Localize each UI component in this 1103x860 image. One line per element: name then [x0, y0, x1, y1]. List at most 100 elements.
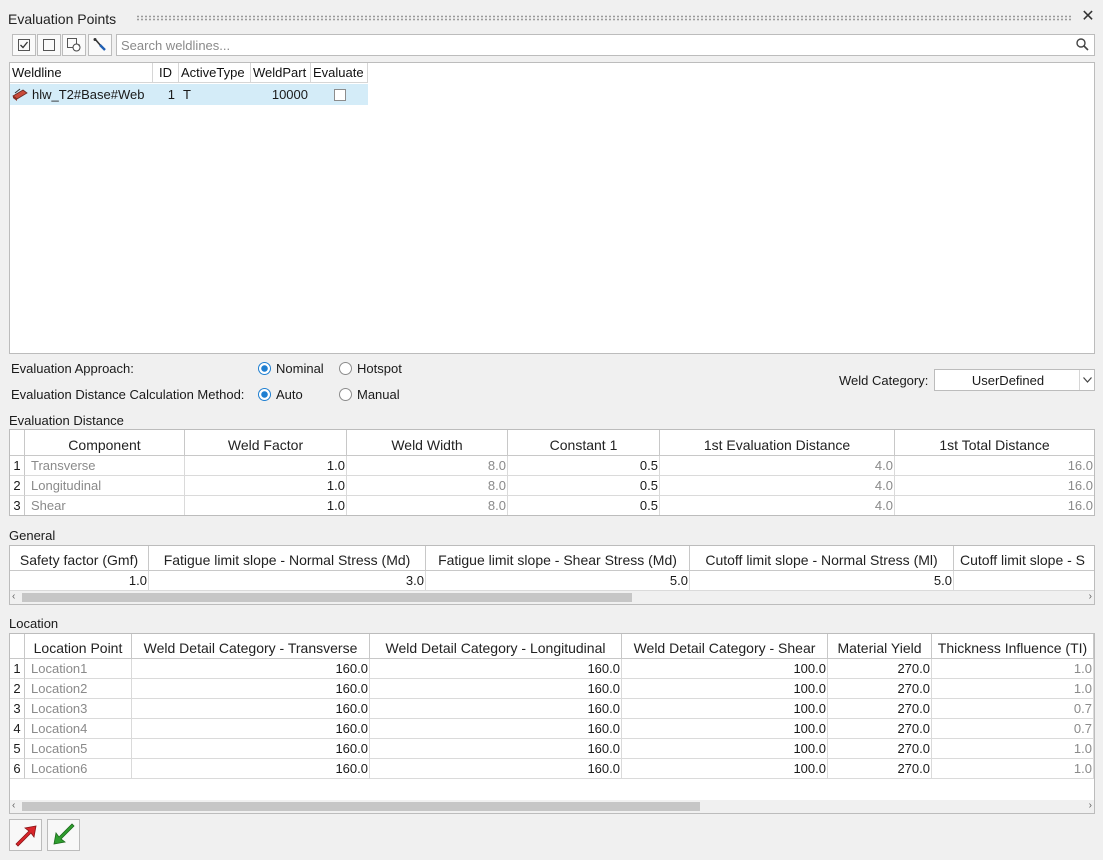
general-cell[interactable]: 5.0: [426, 571, 690, 591]
general-col-header[interactable]: Safety factor (Gmf): [10, 546, 149, 571]
scroll-right-icon[interactable]: ›: [1089, 800, 1092, 811]
location-cell[interactable]: 270.0: [828, 659, 932, 679]
location-cell[interactable]: 270.0: [828, 719, 932, 739]
eval-cell[interactable]: 4.0: [660, 456, 895, 476]
distance-manual-radio[interactable]: [339, 388, 352, 401]
location-col-header[interactable]: Weld Detail Category - Longitudinal: [370, 634, 622, 659]
column-weldline[interactable]: Weldline: [10, 63, 153, 83]
location-cell[interactable]: 1.0: [932, 659, 1094, 679]
location-col-header[interactable]: Weld Detail Category - Shear: [622, 634, 828, 659]
eval-col-header[interactable]: Constant 1: [508, 430, 660, 456]
location-cell[interactable]: 160.0: [132, 739, 370, 759]
location-cell[interactable]: Location6: [25, 759, 132, 779]
eval-distance-grid[interactable]: Component Weld Factor Weld Width Constant 1…: [9, 429, 1095, 516]
location-cell[interactable]: 160.0: [132, 659, 370, 679]
distance-auto-radio[interactable]: [258, 388, 271, 401]
refresh-button[interactable]: [62, 34, 86, 56]
general-grid[interactable]: Safety factor (Gmf) Fatigue limit slope -…: [9, 545, 1095, 605]
location-cell[interactable]: 160.0: [370, 719, 622, 739]
scroll-thumb[interactable]: [22, 802, 700, 811]
location-grid[interactable]: Location Point Weld Detail Category - Tra…: [9, 633, 1095, 814]
approach-nominal-label[interactable]: Nominal: [276, 361, 324, 376]
approach-hotspot-radio[interactable]: [339, 362, 352, 375]
eval-cell[interactable]: Shear: [25, 496, 185, 515]
location-cell[interactable]: Location2: [25, 679, 132, 699]
location-cell[interactable]: Location5: [25, 739, 132, 759]
location-cell[interactable]: 160.0: [132, 719, 370, 739]
location-cell[interactable]: 160.0: [370, 759, 622, 779]
close-button[interactable]: ✕: [1080, 9, 1096, 25]
location-hscrollbar[interactable]: ‹ ›: [10, 800, 1094, 813]
export-button[interactable]: [9, 819, 42, 851]
general-col-header[interactable]: Cutoff limit slope - Normal Stress (Ml): [690, 546, 954, 571]
chevron-down-icon[interactable]: [1079, 370, 1094, 390]
location-cell[interactable]: 160.0: [370, 739, 622, 759]
search-icon[interactable]: [1076, 38, 1089, 51]
search-box[interactable]: [116, 34, 1095, 56]
eval-cell[interactable]: 8.0: [347, 476, 508, 496]
general-cell[interactable]: [954, 571, 1094, 591]
location-cell[interactable]: 160.0: [132, 759, 370, 779]
location-cell[interactable]: 0.7: [932, 719, 1094, 739]
location-cell[interactable]: 1.0: [932, 759, 1094, 779]
check-all-button[interactable]: [12, 34, 36, 56]
location-cell[interactable]: 270.0: [828, 699, 932, 719]
location-cell[interactable]: 100.0: [622, 659, 828, 679]
eval-cell[interactable]: 0.5: [508, 496, 660, 515]
column-id[interactable]: ID: [153, 63, 179, 83]
location-cell[interactable]: 270.0: [828, 739, 932, 759]
location-cell[interactable]: 100.0: [622, 759, 828, 779]
location-cell[interactable]: 160.0: [370, 699, 622, 719]
eval-cell[interactable]: 0.5: [508, 476, 660, 496]
location-cell[interactable]: 1.0: [932, 679, 1094, 699]
weldline-list[interactable]: Weldline ID ActiveType WeldPart Evaluate…: [9, 62, 1095, 354]
search-input[interactable]: [121, 37, 1061, 54]
column-activetype[interactable]: ActiveType: [179, 63, 251, 83]
location-cell[interactable]: 1.0: [932, 739, 1094, 759]
eval-cell[interactable]: 16.0: [895, 476, 1094, 496]
import-button[interactable]: [47, 819, 80, 851]
eval-cell[interactable]: 8.0: [347, 496, 508, 515]
eval-col-header[interactable]: 1st Evaluation Distance: [660, 430, 895, 456]
location-cell[interactable]: 100.0: [622, 719, 828, 739]
eval-cell[interactable]: Transverse: [25, 456, 185, 476]
location-col-header[interactable]: Weld Detail Category - Transverse: [132, 634, 370, 659]
general-hscrollbar[interactable]: ‹ ›: [10, 591, 1094, 604]
location-cell[interactable]: 270.0: [828, 679, 932, 699]
eval-cell[interactable]: 1.0: [185, 496, 347, 515]
eval-cell[interactable]: 1.0: [185, 476, 347, 496]
distance-auto-label[interactable]: Auto: [276, 387, 303, 402]
location-cell[interactable]: 160.0: [132, 679, 370, 699]
location-cell[interactable]: Location1: [25, 659, 132, 679]
column-evaluate[interactable]: Evaluate: [311, 63, 368, 83]
location-cell[interactable]: Location3: [25, 699, 132, 719]
eval-cell[interactable]: 8.0: [347, 456, 508, 476]
approach-hotspot-label[interactable]: Hotspot: [357, 361, 402, 376]
location-col-header[interactable]: Material Yield: [828, 634, 932, 659]
location-cell[interactable]: Location4: [25, 719, 132, 739]
scroll-left-icon[interactable]: ‹: [12, 591, 15, 602]
drag-grip[interactable]: [136, 15, 1072, 21]
location-col-header[interactable]: Location Point: [25, 634, 132, 659]
column-weldpart[interactable]: WeldPart: [251, 63, 311, 83]
general-col-header[interactable]: Fatigue limit slope - Shear Stress (Md): [426, 546, 690, 571]
location-cell[interactable]: 160.0: [370, 659, 622, 679]
location-cell[interactable]: 100.0: [622, 679, 828, 699]
location-cell[interactable]: 0.7: [932, 699, 1094, 719]
eval-cell[interactable]: 4.0: [660, 476, 895, 496]
general-col-header[interactable]: Fatigue limit slope - Normal Stress (Md): [149, 546, 426, 571]
general-cell[interactable]: 3.0: [149, 571, 426, 591]
general-cell[interactable]: 5.0: [690, 571, 954, 591]
weld-category-select[interactable]: UserDefined: [934, 369, 1095, 391]
eval-col-header[interactable]: Component: [25, 430, 185, 456]
eval-col-header[interactable]: Weld Factor: [185, 430, 347, 456]
eval-col-header[interactable]: 1st Total Distance: [895, 430, 1094, 456]
location-cell[interactable]: 160.0: [132, 699, 370, 719]
general-col-header[interactable]: Cutoff limit slope - S: [954, 546, 1094, 571]
eval-cell[interactable]: 4.0: [660, 496, 895, 515]
approach-nominal-radio[interactable]: [258, 362, 271, 375]
location-cell[interactable]: 270.0: [828, 759, 932, 779]
eval-cell[interactable]: 16.0: [895, 456, 1094, 476]
eval-cell[interactable]: Longitudinal: [25, 476, 185, 496]
eval-cell[interactable]: 16.0: [895, 496, 1094, 515]
